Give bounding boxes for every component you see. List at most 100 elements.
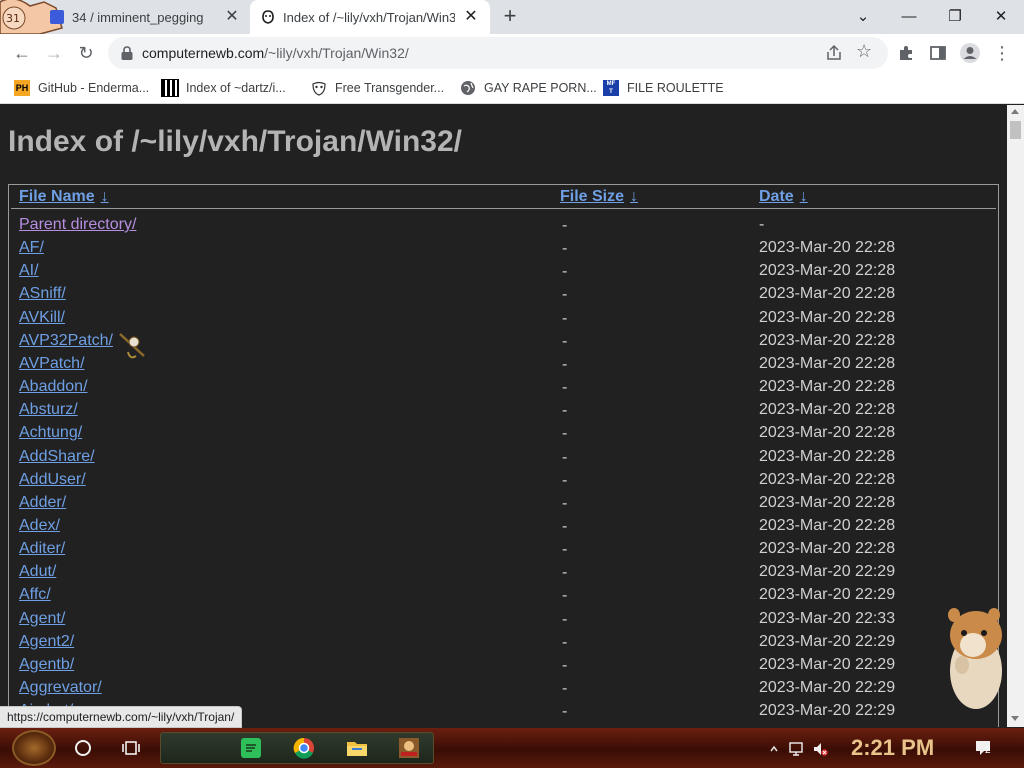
show-hidden-icons-icon[interactable] (770, 741, 778, 757)
date-cell: 2023-Mar-20 22:28 (759, 239, 896, 257)
file-size-cell: - (562, 425, 568, 443)
date-cell: 2023-Mar-20 22:28 (759, 470, 896, 488)
directory-link[interactable]: AI/ (19, 262, 39, 280)
table-row: Adex/ - 2023-Mar-20 22:28 (9, 517, 998, 540)
tab-search-icon[interactable]: ⌄ (849, 3, 877, 31)
tab-imminent-pegging[interactable]: 31 34 / imminent_pegging ✕ (0, 0, 248, 34)
address-bar[interactable]: computernewb.com/~lily/vxh/Trojan/Win32/… (108, 37, 888, 69)
bookmark-gay-rape[interactable]: GAY RAPE PORN... (460, 76, 597, 100)
directory-link[interactable]: Absturz/ (19, 401, 78, 419)
lock-icon[interactable] (120, 45, 134, 61)
file-size-cell: - (562, 402, 568, 420)
page-scrollbar[interactable] (1007, 105, 1024, 727)
directory-link[interactable]: Agentb/ (19, 656, 74, 674)
directory-link[interactable]: Achtung/ (19, 424, 82, 442)
directory-link[interactable]: Aditer/ (19, 540, 65, 558)
directory-link[interactable]: Abaddon/ (19, 378, 88, 396)
hamster-sticker-icon (948, 608, 1002, 709)
tab-title: 34 / imminent_pegging (72, 9, 204, 25)
new-tab-button[interactable]: + (498, 5, 522, 29)
directory-link[interactable]: Adder/ (19, 494, 66, 512)
volume-muted-icon[interactable] (812, 741, 828, 757)
directory-link[interactable]: AVKill/ (19, 309, 65, 327)
scroll-up-arrow-icon[interactable] (1011, 109, 1019, 114)
close-tab-icon[interactable]: ✕ (461, 7, 481, 27)
profile-avatar-icon[interactable] (959, 42, 981, 64)
close-tab-icon[interactable]: ✕ (222, 7, 242, 27)
date-cell: 2023-Mar-20 22:28 (759, 401, 896, 419)
directory-link[interactable]: Agent/ (19, 610, 65, 628)
file-size-cell: - (562, 541, 568, 559)
table-row: Agentb/ - 2023-Mar-20 22:29 (9, 656, 998, 679)
directory-link[interactable]: Agent2/ (19, 633, 74, 651)
forward-button[interactable]: → (40, 39, 68, 67)
bookmark-index-dartz[interactable]: Index of ~dartz/i... (161, 76, 286, 100)
directory-link[interactable]: AVP32Patch/ (19, 332, 113, 350)
file-explorer-icon[interactable] (346, 737, 368, 759)
table-row: AVKill/ - 2023-Mar-20 22:28 (9, 309, 998, 332)
ph-logo-icon: PH (14, 80, 30, 96)
directory-link[interactable]: Affc/ (19, 586, 51, 604)
file-size-cell: - (562, 240, 568, 258)
directory-link[interactable]: Aggrevator/ (19, 679, 102, 697)
minimize-button[interactable]: — (895, 3, 923, 31)
scroll-thumb[interactable] (1010, 121, 1021, 139)
taskbar-clock[interactable]: 2:21 PM (851, 735, 934, 761)
parent-directory-row: Parent directory/ - - (9, 216, 998, 239)
date-cell: 2023-Mar-20 22:28 (759, 285, 896, 303)
header-divider (11, 208, 996, 209)
bookmark-star-icon[interactable]: ☆ (856, 41, 872, 62)
tab-index-of-win32[interactable]: Index of /~lily/vxh/Trojan/Win32/ ✕ (250, 0, 490, 34)
directory-link[interactable]: AddShare/ (19, 448, 95, 466)
file-size-cell: - (562, 286, 568, 304)
scroll-down-arrow-icon[interactable] (1011, 716, 1019, 721)
bookmark-free-transgender[interactable]: Free Transgender... (311, 76, 444, 100)
extensions-icon[interactable] (897, 44, 915, 62)
menu-kebab-icon[interactable]: ⋮ (988, 39, 1016, 67)
bookmark-github[interactable]: PH GitHub - Enderma... (14, 76, 149, 100)
date-cell: 2023-Mar-20 22:28 (759, 424, 896, 442)
close-window-button[interactable]: ✕ (987, 3, 1015, 31)
globe-icon (461, 81, 475, 95)
chrome-icon[interactable] (293, 737, 315, 759)
start-button[interactable] (12, 730, 56, 766)
date-cell: 2023-Mar-20 22:29 (759, 702, 896, 720)
directory-link[interactable]: Adut/ (19, 563, 56, 581)
sort-by-file-size-link[interactable]: File Size ↓ (560, 188, 638, 206)
side-panel-icon[interactable] (929, 44, 947, 62)
date-cell: 2023-Mar-20 22:29 (759, 586, 896, 604)
file-size-cell: - (562, 587, 568, 605)
table-row: Adut/ - 2023-Mar-20 22:29 (9, 563, 998, 586)
file-size-cell: - (562, 494, 568, 512)
tab-favicon-icon (262, 10, 274, 24)
cortana-search-icon[interactable] (75, 740, 91, 756)
back-button[interactable]: ← (8, 39, 36, 67)
share-icon[interactable] (824, 43, 844, 63)
directory-link[interactable]: ASniff/ (19, 285, 66, 303)
sort-arrow-icon: ↓ (799, 188, 808, 205)
task-view-icon[interactable] (122, 740, 140, 756)
bookmark-file-roulette[interactable]: MF T FILE ROULETTE (603, 76, 724, 100)
directory-link[interactable]: Adex/ (19, 517, 60, 535)
page-content: Index of /~lily/vxh/Trojan/Win32/ File N… (0, 105, 1007, 727)
directory-link[interactable]: AF/ (19, 239, 44, 257)
table-row: Absturz/ - 2023-Mar-20 22:28 (9, 401, 998, 424)
status-bar-url: https://computernewb.com/~lily/vxh/Troja… (0, 706, 243, 728)
spotify-icon[interactable] (240, 737, 262, 759)
network-icon[interactable] (789, 741, 805, 757)
bookmarks-bar: PH GitHub - Enderma... Index of ~dartz/i… (0, 72, 1024, 104)
sort-by-date-link[interactable]: Date ↓ (759, 188, 808, 206)
url-text[interactable]: computernewb.com/~lily/vxh/Trojan/Win32/ (142, 45, 409, 61)
directory-link[interactable]: AVPatch/ (19, 355, 85, 373)
directory-link[interactable]: AddUser/ (19, 471, 86, 489)
browser-toolbar: ← → ↻ computernewb.com/~lily/vxh/Trojan/… (0, 34, 1024, 72)
game-app-icon[interactable] (398, 737, 420, 759)
table-row: Adder/ - 2023-Mar-20 22:28 (9, 494, 998, 517)
file-size-cell: - (562, 332, 568, 350)
file-size-cell: - (562, 703, 568, 721)
parent-directory-link[interactable]: Parent directory/ (19, 216, 136, 234)
reload-button[interactable]: ↻ (72, 39, 100, 67)
file-size-cell: - (562, 656, 568, 674)
restore-button[interactable]: ❐ (941, 3, 969, 31)
sort-by-file-name-link[interactable]: File Name ↓ (19, 188, 109, 206)
